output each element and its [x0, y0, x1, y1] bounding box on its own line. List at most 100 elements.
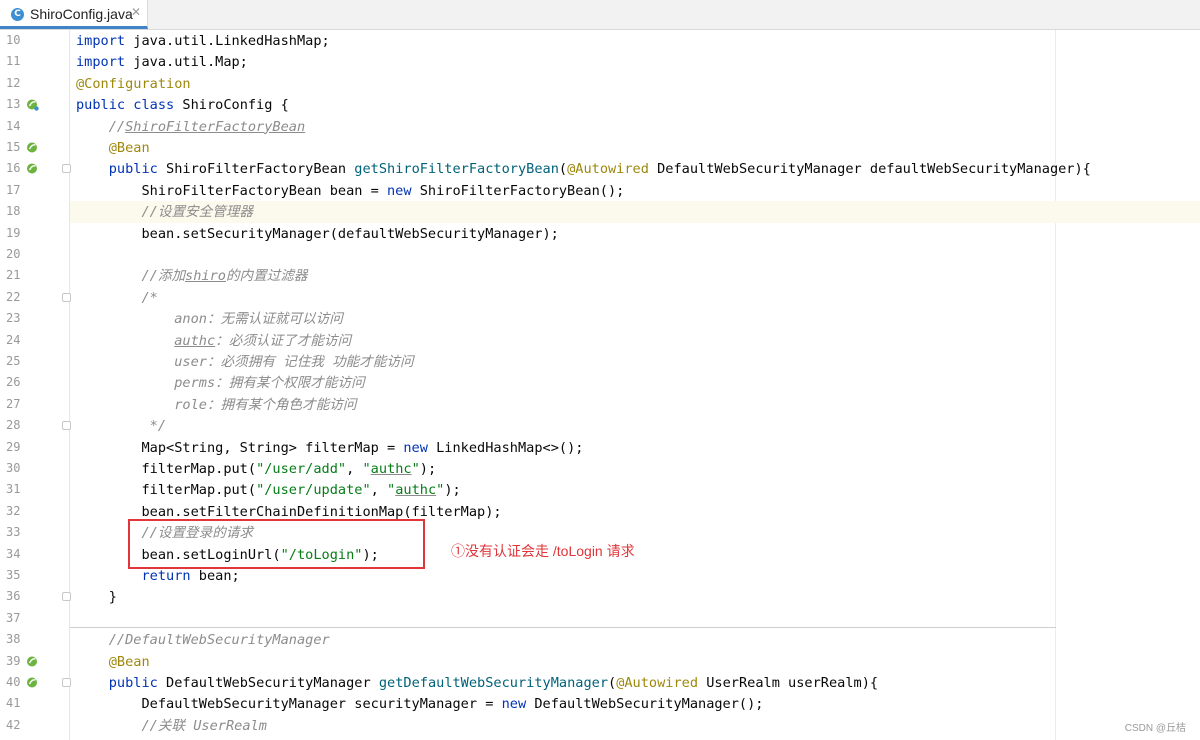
code-token: ": [362, 461, 371, 477]
code-text: import java.util.Map;: [76, 52, 248, 72]
code-token: new: [387, 182, 412, 199]
code-line[interactable]: @Bean: [70, 651, 1200, 672]
line-number: 13: [6, 97, 21, 112]
code-token: }: [76, 589, 117, 606]
spring-bean-icon[interactable]: [26, 98, 39, 111]
code-line[interactable]: @Configuration: [70, 73, 1200, 94]
code-token: getDefaultWebSecurityManager: [378, 675, 608, 691]
code-token: (: [558, 161, 568, 178]
code-line[interactable]: public ShiroFilterFactoryBean getShiroFi…: [70, 158, 1200, 179]
java-class-icon: C: [11, 8, 24, 21]
code-token: ：必须认证了才能访问: [215, 332, 352, 349]
code-line[interactable]: //ShiroFilterFactoryBean: [70, 116, 1200, 137]
code-line[interactable]: DefaultWebSecurityManager securityManage…: [70, 693, 1200, 714]
code-line[interactable]: //关联 UserRealm: [70, 715, 1200, 736]
code-text: import java.util.LinkedHashMap;: [76, 31, 330, 51]
code-token: //设置安全管理器: [141, 204, 254, 221]
code-line[interactable]: [70, 244, 1200, 265]
code-line[interactable]: }: [70, 586, 1200, 607]
spring-bean-icon[interactable]: [26, 676, 39, 689]
method-separator: [70, 627, 1056, 628]
code-line[interactable]: /*: [70, 287, 1200, 308]
code-token: role：拥有某个角色才能访问: [174, 396, 357, 413]
code-line[interactable]: anon：无需认证就可以访问: [70, 308, 1200, 329]
code-line[interactable]: public DefaultWebSecurityManager getDefa…: [70, 672, 1200, 693]
code-token: bean.setSecurityManager(defaultWebSecuri…: [76, 225, 559, 242]
code-token: DefaultWebSecurityManager securityManage…: [76, 696, 502, 713]
code-text: ShiroFilterFactoryBean bean = new ShiroF…: [76, 181, 624, 201]
code-token: public: [108, 161, 158, 178]
code-text: public ShiroFilterFactoryBean getShiroFi…: [76, 159, 1091, 179]
code-token: new: [501, 696, 527, 713]
line-number: 15: [6, 140, 21, 154]
code-token: @Bean: [108, 140, 150, 156]
code-token: ,: [370, 482, 388, 499]
spring-bean-icon[interactable]: [26, 162, 39, 175]
code-line[interactable]: @Bean: [70, 137, 1200, 158]
line-number: 23: [6, 311, 21, 326]
code-token: (: [608, 675, 617, 691]
code-editor[interactable]: import java.util.LinkedHashMap; import ja…: [70, 30, 1200, 740]
code-line[interactable]: //DefaultWebSecurityManager: [70, 629, 1200, 650]
code-token: ": [411, 461, 420, 477]
line-number: 22: [6, 289, 21, 304]
code-text: //设置安全管理器: [76, 202, 253, 222]
code-text: public DefaultWebSecurityManager getDefa…: [76, 673, 878, 693]
code-token: filterMap.put(: [76, 461, 257, 477]
code-token: UserRealm userRealm){: [698, 675, 879, 691]
code-line[interactable]: //添加shiro的内置过滤器: [70, 265, 1200, 286]
code-text: DefaultWebSecurityManager securityManage…: [76, 694, 763, 714]
code-token: ": [387, 482, 396, 499]
line-number: 16: [6, 161, 21, 176]
code-text: @Bean: [76, 138, 150, 158]
code-line[interactable]: filterMap.put("/user/update", "authc");: [70, 479, 1200, 500]
code-text: /*: [76, 288, 157, 308]
code-line[interactable]: ShiroFilterFactoryBean bean = new ShiroF…: [70, 180, 1200, 201]
code-line[interactable]: user：必须拥有 记住我 功能才能访问: [70, 351, 1200, 372]
code-line[interactable]: role：拥有某个角色才能访问: [70, 394, 1200, 415]
code-text: @Configuration: [76, 74, 191, 94]
current-line[interactable]: //设置安全管理器: [70, 201, 1200, 223]
code-token: );: [419, 461, 437, 477]
code-line[interactable]: perms：拥有某个权限才能访问: [70, 372, 1200, 393]
code-line[interactable]: authc：必须认证了才能访问: [70, 330, 1200, 351]
code-line[interactable]: Map<String, String> filterMap = new Link…: [70, 437, 1200, 458]
code-token: );: [444, 482, 461, 499]
line-number: 37: [6, 610, 21, 625]
code-line[interactable]: filterMap.put("/user/add", "authc");: [70, 458, 1200, 479]
code-token: */: [149, 418, 167, 435]
close-icon[interactable]: ✕: [131, 5, 141, 19]
code-line[interactable]: */: [70, 415, 1200, 436]
code-token: ShiroFilterFactoryBean: [125, 118, 306, 135]
line-number: 18: [6, 204, 21, 219]
code-token: ShiroFilterFactoryBean: [157, 161, 355, 178]
annotation-note: ①没有认证会走 /toLogin 请求: [451, 543, 635, 559]
code-token: "/user/add": [256, 461, 347, 477]
line-number: 28: [6, 418, 21, 433]
code-line[interactable]: bean.setSecurityManager(defaultWebSecuri…: [70, 223, 1200, 244]
line-number: 27: [6, 396, 21, 411]
line-number-gutter[interactable]: 10 11 12 13 14 15 16 17 18 19 20 21 22 23 24 25 26 27 28 29…: [0, 30, 71, 740]
highlight-box: [128, 519, 425, 569]
line-number: 11: [6, 54, 21, 69]
code-line[interactable]: import java.util.Map;: [70, 51, 1200, 72]
spring-bean-icon[interactable]: [26, 141, 39, 154]
tab-shiroconfig-java[interactable]: C ShiroConfig.java ✕: [0, 0, 148, 29]
code-token: @Autowired: [567, 161, 649, 178]
code-token: anon：无需认证就可以访问: [174, 311, 343, 328]
code-line[interactable]: [70, 608, 1200, 629]
spring-bean-icon[interactable]: [26, 655, 39, 668]
code-text: //ShiroFilterFactoryBean: [76, 117, 305, 137]
code-text: //添加shiro的内置过滤器: [76, 266, 307, 286]
code-line[interactable]: public class ShiroConfig {: [70, 94, 1200, 115]
code-line[interactable]: import java.util.LinkedHashMap;: [70, 30, 1200, 51]
code-token: public class: [76, 97, 175, 114]
